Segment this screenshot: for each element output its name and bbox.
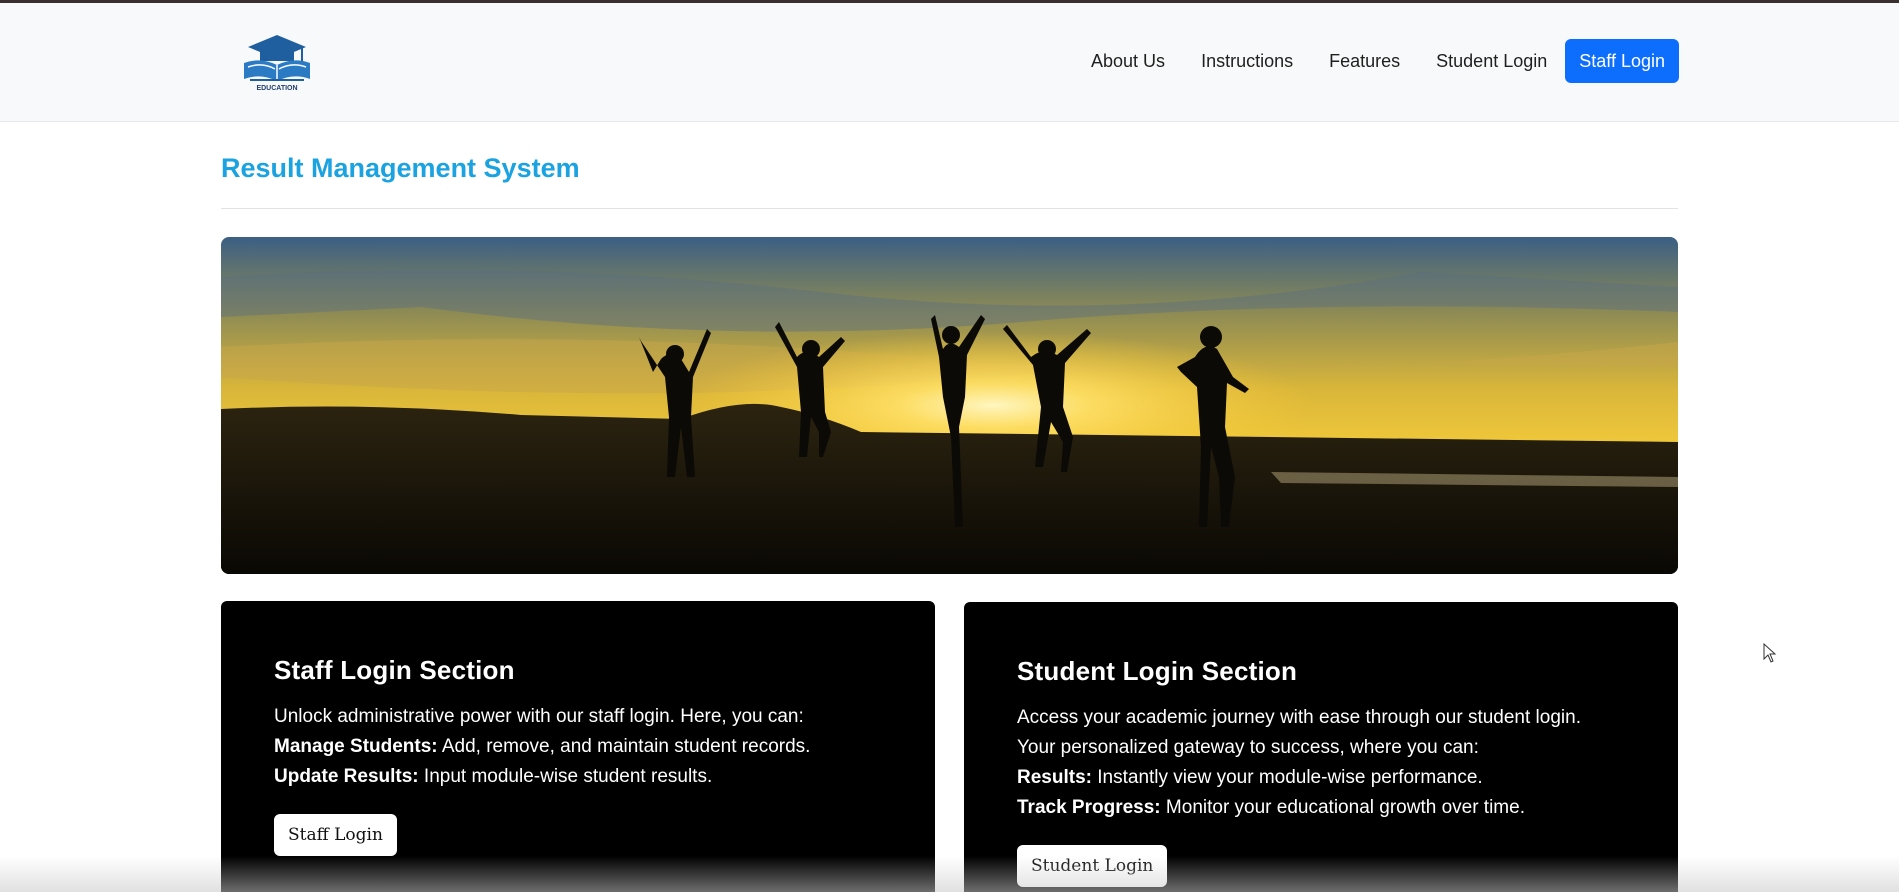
nav-links: About Us Instructions Features Student L… (1073, 39, 1679, 83)
title-divider (221, 208, 1678, 209)
student-section-heading: Student Login Section (1017, 656, 1298, 686)
nav-staff-login-button[interactable]: Staff Login (1565, 39, 1679, 83)
nav-instructions[interactable]: Instructions (1183, 39, 1311, 83)
student-item-label: Track Progress: (1017, 797, 1161, 818)
student-item-text: Monitor your educational growth over tim… (1160, 797, 1525, 818)
student-section-intro-2: Your personalized gateway to success, wh… (1017, 737, 1479, 758)
page-title: Result Management System (221, 153, 580, 183)
staff-section-heading: Staff Login Section (274, 655, 515, 685)
education-logo[interactable]: EDUCATION (240, 33, 314, 95)
staff-item-update-results: Update Results: Input module-wise studen… (274, 762, 895, 792)
student-section-intro-1: Access your academic journey with ease t… (1017, 707, 1581, 728)
staff-login-section: Staff Login Section Unlock administrativ… (221, 601, 935, 892)
navbar: EDUCATION About Us Instructions Features… (0, 3, 1899, 122)
student-item-results: Results: Instantly view your module-wise… (1017, 763, 1638, 793)
staff-section-intro: Unlock administrative power with our sta… (274, 706, 804, 727)
student-item-track-progress: Track Progress: Monitor your educational… (1017, 793, 1638, 823)
student-item-label: Results: (1017, 767, 1092, 788)
nav-about-us[interactable]: About Us (1073, 39, 1183, 83)
nav-features[interactable]: Features (1311, 39, 1418, 83)
student-login-section: Student Login Section Access your academ… (964, 602, 1678, 892)
staff-item-text: Add, remove, and maintain student record… (437, 736, 811, 757)
student-item-text: Instantly view your module-wise performa… (1091, 767, 1483, 788)
staff-login-button[interactable]: Staff Login (274, 814, 397, 856)
student-login-button[interactable]: Student Login (1017, 845, 1168, 887)
hero-banner-image (221, 237, 1678, 574)
staff-item-manage-students: Manage Students: Add, remove, and mainta… (274, 732, 895, 762)
staff-item-text: Input module-wise student results. (418, 766, 713, 787)
staff-item-label: Manage Students: (274, 736, 438, 757)
sunset-silhouettes-image (221, 237, 1678, 574)
staff-item-label: Update Results: (274, 766, 419, 787)
logo-text: EDUCATION (256, 85, 298, 92)
nav-student-login[interactable]: Student Login (1418, 39, 1565, 83)
mouse-pointer-icon (1763, 643, 1777, 663)
